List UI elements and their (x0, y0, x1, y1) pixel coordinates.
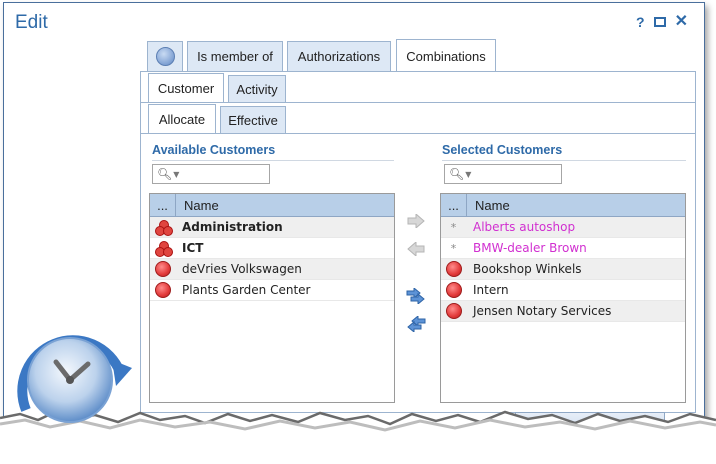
table-row[interactable]: Intern (441, 280, 685, 301)
group-icon (154, 219, 173, 236)
customer-name: ICT (182, 241, 204, 255)
available-customers-title: Available Customers (152, 143, 276, 157)
available-search-input[interactable]: 🔍︎ ▼ (152, 164, 270, 184)
tab-authorizations[interactable]: Authorizations (287, 41, 391, 71)
grid-header-dots[interactable]: ... (441, 194, 467, 216)
tab-label: Is member of (197, 49, 273, 64)
row-indicator: * (441, 221, 466, 234)
customer-icon (445, 282, 462, 298)
row-indicator (150, 261, 175, 277)
grid-header-name[interactable]: Name (176, 194, 219, 216)
tab-allocate[interactable]: Allocate (148, 104, 216, 134)
arrow-left-icon (407, 242, 425, 256)
table-row[interactable]: Bookshop Winkels (441, 259, 685, 280)
tab-customer[interactable]: Customer (148, 73, 224, 103)
customer-name: Jensen Notary Services (473, 304, 612, 318)
pending-marker: * (450, 220, 457, 234)
dialog-title: Edit (15, 12, 48, 33)
double-arrow-right-icon (406, 288, 425, 304)
customer-name: deVries Volkswagen (182, 262, 302, 276)
table-row[interactable]: deVries Volkswagen (150, 259, 394, 280)
tab-label: Combinations (406, 48, 486, 64)
row-indicator (150, 219, 175, 236)
available-title-separator (152, 160, 394, 161)
selected-customers-grid[interactable]: ... Name * Alberts autoshop * BMW-dealer Br… (440, 193, 686, 403)
table-row[interactable]: Administration (150, 217, 394, 238)
table-row[interactable]: ICT (150, 238, 394, 259)
grid-header-dots[interactable]: ... (150, 194, 176, 216)
customer-name: BMW-dealer Brown (473, 241, 587, 255)
subtab-border (140, 133, 696, 134)
tab-label: Allocate (158, 112, 206, 127)
search-icon: 🔍︎ (449, 167, 465, 181)
row-indicator (441, 303, 466, 319)
help-icon[interactable]: ? (636, 14, 645, 30)
arrow-right-icon (407, 214, 425, 228)
tab-is-member-of[interactable]: Is member of (187, 41, 283, 71)
pending-marker: * (450, 241, 457, 255)
tab-label: Authorizations (297, 49, 381, 64)
row-indicator (441, 282, 466, 298)
row-indicator: * (441, 242, 466, 255)
tab-label: Effective (228, 113, 278, 128)
tab-label: Activity (236, 82, 278, 97)
close-icon[interactable]: ✕ (675, 14, 688, 30)
row-indicator (441, 261, 466, 277)
selected-customers-title: Selected Customers (442, 143, 563, 157)
add-all-button[interactable] (406, 287, 426, 305)
customer-icon (154, 282, 171, 298)
row-indicator (150, 240, 175, 257)
group-icon (154, 240, 173, 257)
remove-button[interactable] (406, 240, 426, 258)
tab-activity[interactable]: Activity (228, 75, 286, 103)
available-customers-grid[interactable]: ... Name Administration ICT deVries Volksw… (149, 193, 395, 403)
tab-combinations[interactable]: Combinations (396, 39, 496, 72)
search-icon: 🔍︎ (157, 167, 173, 181)
window-controls: ? ✕ (636, 14, 688, 31)
customer-name: Administration (182, 220, 283, 234)
remove-all-button[interactable] (406, 315, 426, 333)
globe-icon (155, 47, 175, 66)
customer-name: Bookshop Winkels (473, 262, 582, 276)
add-button[interactable] (406, 212, 426, 230)
chevron-down-icon: ▼ (465, 169, 472, 179)
selected-title-separator (442, 160, 686, 161)
tab-label: Customer (157, 81, 215, 96)
maximize-icon[interactable] (653, 17, 666, 27)
clock-logo-icon (17, 335, 132, 423)
table-row[interactable]: Plants Garden Center (150, 280, 394, 301)
grid-header-name[interactable]: Name (467, 194, 510, 216)
customer-name: Alberts autoshop (473, 220, 576, 234)
customer-icon (445, 303, 462, 319)
customer-icon (154, 261, 171, 277)
tab-general[interactable] (147, 41, 183, 71)
customer-icon (445, 261, 462, 277)
chevron-down-icon: ▼ (173, 169, 180, 179)
customer-name: Plants Garden Center (182, 283, 311, 297)
table-row[interactable]: * BMW-dealer Brown (441, 238, 685, 259)
table-row[interactable]: * Alberts autoshop (441, 217, 685, 238)
customer-name: Intern (473, 283, 509, 297)
row-indicator (150, 282, 175, 298)
selected-search-input[interactable]: 🔍︎ ▼ (444, 164, 562, 184)
grid-header: ... Name (150, 194, 394, 217)
tab-effective[interactable]: Effective (220, 106, 286, 134)
grid-header: ... Name (441, 194, 685, 217)
table-row[interactable]: Jensen Notary Services (441, 301, 685, 322)
double-arrow-left-icon (407, 316, 426, 332)
